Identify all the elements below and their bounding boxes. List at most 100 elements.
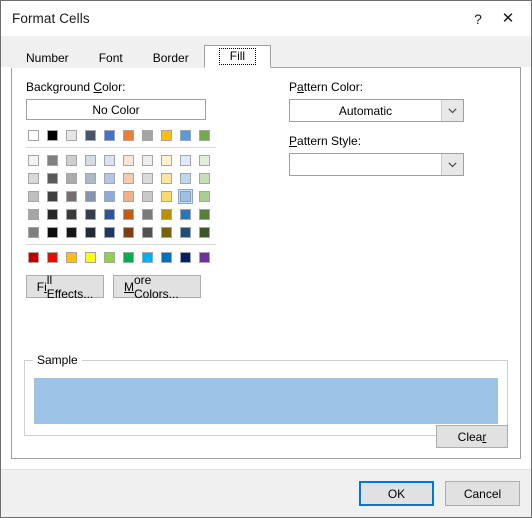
color-swatch[interactable]	[197, 189, 212, 204]
color-swatch[interactable]	[83, 189, 98, 204]
pattern-color-combobox[interactable]: Automatic	[289, 99, 464, 122]
color-swatch-fill	[161, 252, 172, 263]
color-swatch[interactable]	[64, 171, 79, 186]
color-swatch[interactable]	[26, 207, 41, 222]
color-swatch[interactable]	[121, 207, 136, 222]
color-swatch[interactable]	[197, 250, 212, 265]
tab-number-label: Number	[26, 51, 69, 65]
pattern-style-combobox[interactable]	[289, 153, 464, 176]
title-bar: Format Cells ? ✕	[1, 1, 531, 36]
color-swatch-selected[interactable]	[178, 189, 193, 204]
color-swatch[interactable]	[197, 171, 212, 186]
color-swatch[interactable]	[102, 250, 117, 265]
color-swatch[interactable]	[45, 189, 60, 204]
color-swatch[interactable]	[159, 153, 174, 168]
color-swatch[interactable]	[83, 225, 98, 240]
color-swatch[interactable]	[26, 128, 41, 143]
color-swatch[interactable]	[102, 189, 117, 204]
color-swatch[interactable]	[121, 189, 136, 204]
color-swatch[interactable]	[26, 225, 41, 240]
close-button[interactable]: ✕	[493, 4, 523, 34]
color-swatch[interactable]	[64, 128, 79, 143]
color-swatch[interactable]	[83, 207, 98, 222]
color-swatch[interactable]	[178, 207, 193, 222]
color-swatch-fill	[47, 130, 58, 141]
color-swatch[interactable]	[64, 250, 79, 265]
color-swatch[interactable]	[45, 128, 60, 143]
color-swatch[interactable]	[45, 225, 60, 240]
color-swatch[interactable]	[83, 171, 98, 186]
color-swatch[interactable]	[102, 128, 117, 143]
tab-number[interactable]: Number	[11, 47, 84, 68]
clear-button-wrapper: Clea r	[436, 425, 508, 448]
color-swatch[interactable]	[121, 153, 136, 168]
color-swatch[interactable]	[64, 225, 79, 240]
fill-tab-panel: Background Color: No Color Fi ll Effects.…	[11, 67, 521, 459]
fill-effects-button[interactable]: Fi ll Effects...	[26, 273, 104, 301]
color-swatch[interactable]	[159, 189, 174, 204]
color-swatch-fill	[28, 173, 39, 184]
color-swatch[interactable]	[121, 128, 136, 143]
color-swatch[interactable]	[140, 207, 155, 222]
tab-fill[interactable]: Fill	[203, 45, 272, 68]
color-swatch[interactable]	[178, 225, 193, 240]
color-swatch[interactable]	[140, 189, 155, 204]
color-swatch[interactable]	[64, 207, 79, 222]
color-swatch[interactable]	[26, 250, 41, 265]
color-swatch[interactable]	[45, 250, 60, 265]
color-swatch[interactable]	[83, 250, 98, 265]
color-swatch[interactable]	[140, 153, 155, 168]
color-swatch[interactable]	[140, 225, 155, 240]
color-swatch-fill	[66, 155, 77, 166]
ok-button[interactable]: OK	[359, 481, 434, 506]
color-swatch[interactable]	[83, 128, 98, 143]
color-swatch[interactable]	[178, 128, 193, 143]
color-swatch[interactable]	[26, 171, 41, 186]
color-swatch[interactable]	[178, 153, 193, 168]
color-swatch[interactable]	[197, 207, 212, 222]
color-swatch[interactable]	[45, 153, 60, 168]
color-swatch[interactable]	[45, 171, 60, 186]
color-swatch[interactable]	[121, 225, 136, 240]
color-swatch[interactable]	[64, 189, 79, 204]
color-swatch[interactable]	[159, 225, 174, 240]
color-swatch[interactable]	[159, 207, 174, 222]
color-swatch[interactable]	[64, 153, 79, 168]
color-swatch-fill	[142, 252, 153, 263]
tab-font[interactable]: Font	[83, 47, 138, 68]
color-swatch-fill	[66, 173, 77, 184]
color-swatch[interactable]	[102, 153, 117, 168]
chevron-down-icon[interactable]	[441, 154, 463, 175]
color-swatch[interactable]	[197, 225, 212, 240]
color-swatch[interactable]	[102, 171, 117, 186]
color-swatch[interactable]	[178, 171, 193, 186]
color-swatch[interactable]	[197, 153, 212, 168]
color-swatch[interactable]	[159, 250, 174, 265]
color-swatch[interactable]	[26, 153, 41, 168]
color-swatch-fill	[66, 209, 77, 220]
chevron-down-icon[interactable]	[441, 100, 463, 121]
color-swatch[interactable]	[121, 171, 136, 186]
color-swatch[interactable]	[26, 189, 41, 204]
color-swatch[interactable]	[140, 171, 155, 186]
help-button[interactable]: ?	[463, 4, 493, 34]
color-swatch[interactable]	[140, 128, 155, 143]
help-icon: ?	[474, 10, 482, 27]
color-swatch[interactable]	[121, 250, 136, 265]
color-swatch[interactable]	[102, 207, 117, 222]
tab-border[interactable]: Border	[137, 47, 204, 68]
more-colors-button[interactable]: More Colors...	[113, 273, 201, 301]
color-swatch[interactable]	[159, 128, 174, 143]
color-swatch[interactable]	[159, 171, 174, 186]
color-swatch-fill	[104, 227, 115, 238]
color-swatch[interactable]	[140, 250, 155, 265]
color-swatch[interactable]	[197, 128, 212, 143]
color-swatch[interactable]	[102, 225, 117, 240]
color-swatch[interactable]	[45, 207, 60, 222]
color-swatch-fill	[123, 155, 134, 166]
color-swatch[interactable]	[83, 153, 98, 168]
no-color-button[interactable]: No Color	[26, 99, 206, 120]
color-swatch[interactable]	[178, 250, 193, 265]
cancel-button[interactable]: Cancel	[445, 481, 520, 506]
clear-button[interactable]: Clea r	[436, 425, 508, 448]
